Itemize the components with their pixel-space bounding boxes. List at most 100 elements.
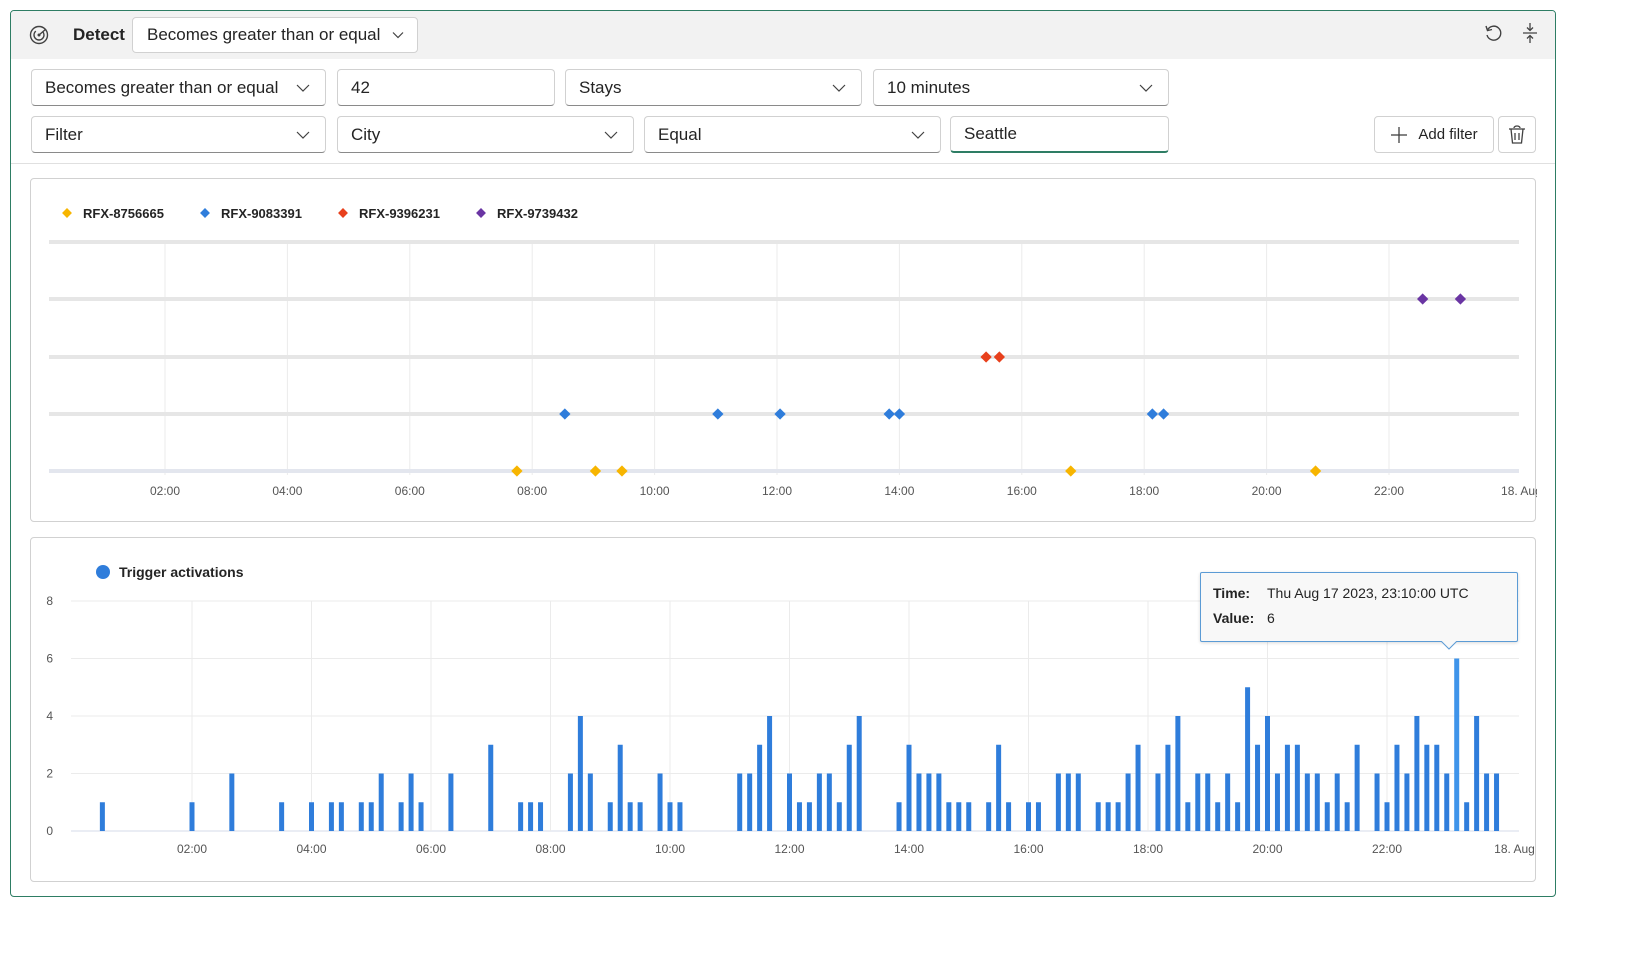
bar xyxy=(229,773,235,831)
bar xyxy=(737,773,743,831)
bar xyxy=(1414,716,1420,831)
filter-type-dropdown[interactable]: Filter xyxy=(31,116,326,153)
x-tick-label: 22:00 xyxy=(1372,842,1402,856)
bar xyxy=(1105,802,1111,831)
track-line xyxy=(49,469,1519,473)
bar xyxy=(986,802,992,831)
bar xyxy=(1294,744,1300,831)
collapse-button[interactable] xyxy=(1518,22,1542,47)
bar xyxy=(1424,744,1430,831)
bar xyxy=(518,802,524,831)
condition-operator-dropdown[interactable]: Becomes greater than or equal xyxy=(31,69,326,106)
duration-mode-dropdown[interactable]: Stays xyxy=(565,69,862,106)
x-tick-label: 08:00 xyxy=(517,484,547,498)
bar xyxy=(538,802,544,831)
bar xyxy=(1324,802,1330,831)
event-point xyxy=(774,408,786,420)
bar xyxy=(1394,744,1400,831)
detect-label: Detect xyxy=(73,25,125,44)
x-tick-label: 08:00 xyxy=(535,842,565,856)
legend-label: RFX-8756665 xyxy=(83,206,164,221)
bar xyxy=(418,802,424,831)
event-timeline-chart: 02:00 04:00 06:00 08:00 10:00 12:00 14:00 16:00… xyxy=(49,206,1542,498)
x-tick-label: 16:00 xyxy=(1007,484,1037,498)
bar xyxy=(189,802,195,831)
bar xyxy=(1245,687,1251,831)
bar xyxy=(1155,773,1161,831)
legend-marker xyxy=(200,208,210,218)
y-tick-label: 0 xyxy=(46,824,53,838)
event-point xyxy=(589,465,602,477)
bar xyxy=(1205,773,1211,831)
bar xyxy=(946,802,952,831)
detect-mode-dropdown[interactable]: Becomes greater than or equal xyxy=(132,17,418,53)
bar xyxy=(846,744,852,831)
event-point xyxy=(712,408,724,420)
event-point xyxy=(993,351,1006,363)
y-tick-label: 2 xyxy=(46,767,53,781)
bar xyxy=(1444,773,1450,831)
bar xyxy=(747,773,753,831)
bar xyxy=(448,773,454,831)
bar xyxy=(1135,744,1141,831)
filter-operator-value: Equal xyxy=(658,124,702,144)
condition-operator-value: Becomes greater than or equal xyxy=(45,77,279,97)
event-point xyxy=(1146,408,1159,420)
x-tick-label: 02:00 xyxy=(177,842,207,856)
event-point xyxy=(883,408,895,420)
filter-field-dropdown[interactable]: City xyxy=(337,116,634,153)
filter-type-value: Filter xyxy=(45,124,83,144)
bar xyxy=(1165,744,1171,831)
legend-label: RFX-9083391 xyxy=(221,206,302,221)
bar xyxy=(627,802,633,831)
x-tick-label: 02:00 xyxy=(150,484,180,498)
bar xyxy=(488,744,494,831)
bar xyxy=(637,802,643,831)
filter-value-input[interactable]: Seattle xyxy=(950,116,1169,153)
x-tick-label: 18:00 xyxy=(1129,484,1159,498)
trash-icon xyxy=(1508,124,1526,145)
legend-label: RFX-9396231 xyxy=(359,206,440,221)
bar xyxy=(936,773,942,831)
add-filter-label: Add filter xyxy=(1418,126,1478,143)
event-point xyxy=(1157,408,1170,420)
condition-value-input[interactable]: 42 xyxy=(337,69,555,106)
detect-header: Detect Becomes greater than or equal xyxy=(11,11,1555,59)
event-point xyxy=(559,408,571,420)
tooltip-value: 6 xyxy=(1267,610,1275,626)
bar xyxy=(916,773,922,831)
bar xyxy=(956,802,962,831)
bar xyxy=(1006,802,1012,831)
event-timeline-card: 02:00 04:00 06:00 08:00 10:00 12:00 14:00 16:00… xyxy=(30,178,1542,522)
add-filter-button[interactable]: Add filter xyxy=(1374,116,1494,153)
bar xyxy=(657,773,663,831)
plus-icon xyxy=(1390,126,1408,144)
undo-button[interactable] xyxy=(1481,23,1505,47)
legend-marker xyxy=(338,208,348,218)
x-tick-label: 22:00 xyxy=(1374,484,1404,498)
chevron-down-icon xyxy=(391,27,405,47)
duration-dropdown[interactable]: 10 minutes xyxy=(873,69,1169,106)
detect-mode-value: Becomes greater than or equal xyxy=(147,25,381,44)
bar xyxy=(1026,802,1031,831)
bar xyxy=(767,716,773,831)
legend-marker xyxy=(476,208,486,218)
bar xyxy=(836,802,842,831)
bar xyxy=(1274,773,1280,831)
chevron-down-icon xyxy=(910,127,926,148)
bar xyxy=(99,802,105,831)
bar xyxy=(896,802,902,831)
tooltip-time-value: Thu Aug 17 2023, 23:10:00 UTC xyxy=(1267,585,1469,601)
bar xyxy=(567,773,573,831)
bar xyxy=(677,802,683,831)
bar xyxy=(667,802,673,831)
bar xyxy=(1344,802,1350,831)
legend-label: RFX-9739432 xyxy=(497,206,578,221)
filter-value: Seattle xyxy=(964,124,1017,143)
filter-operator-dropdown[interactable]: Equal xyxy=(644,116,941,153)
track-line xyxy=(49,355,1519,359)
bar xyxy=(806,802,812,831)
x-tick-label: 14:00 xyxy=(894,842,924,856)
delete-filter-button[interactable] xyxy=(1498,116,1536,153)
x-tick-label: 12:00 xyxy=(762,484,792,498)
